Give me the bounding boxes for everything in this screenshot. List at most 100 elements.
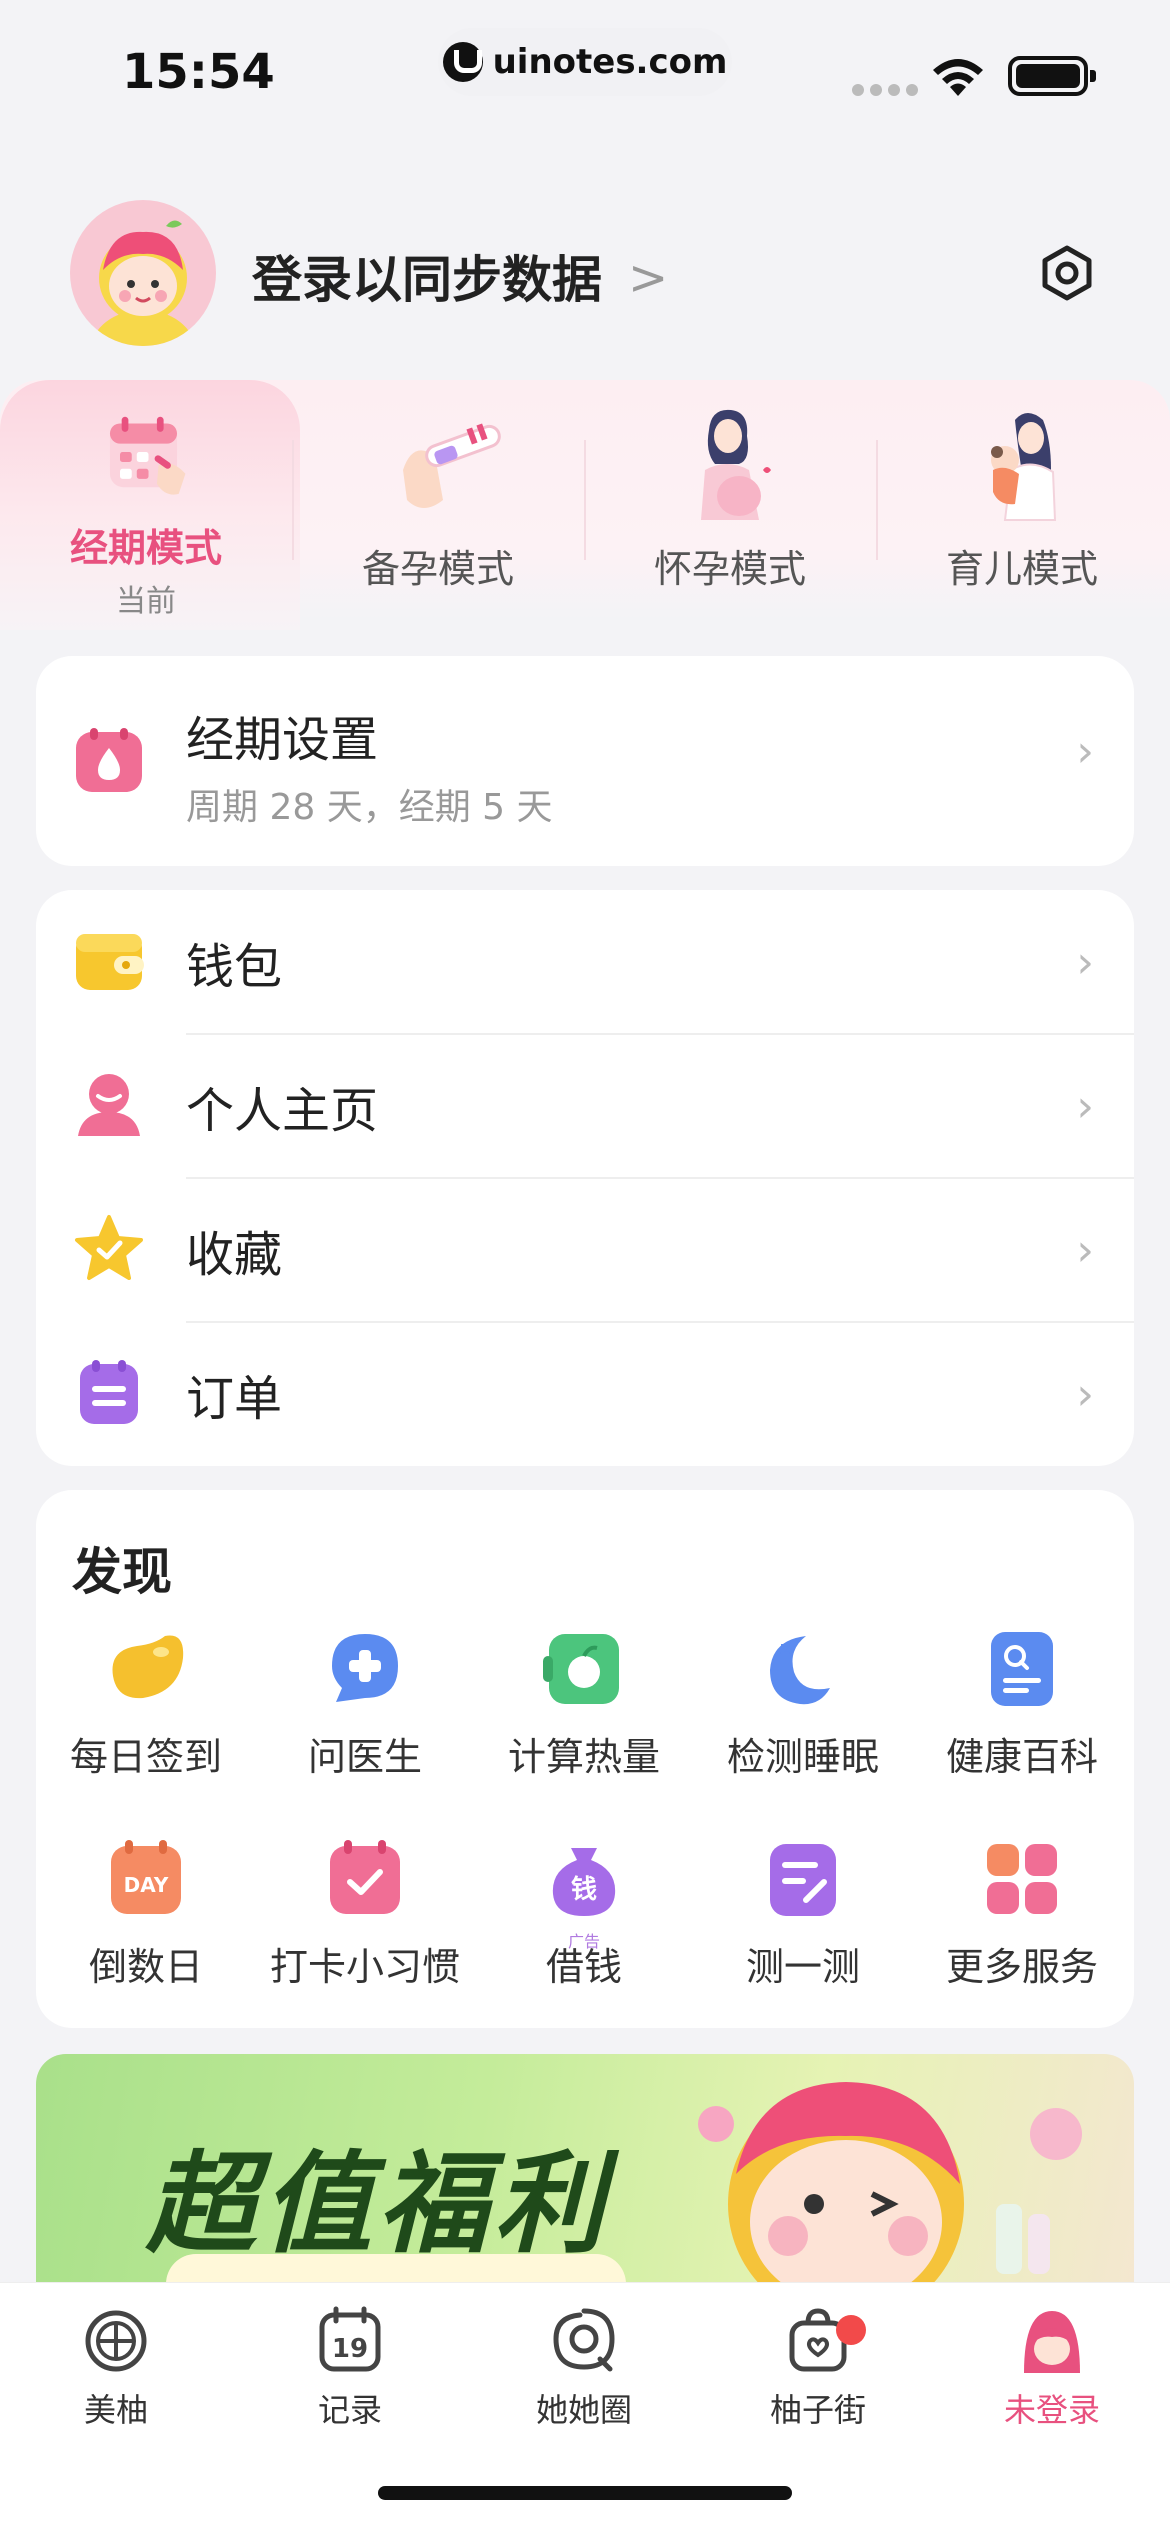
mode-label: 育儿模式: [945, 547, 1098, 591]
menu-item-wallet[interactable]: 钱包 ›: [36, 890, 1134, 1034]
chevron-right-icon: ›: [1076, 936, 1094, 988]
discover-item-label: 检测睡眠: [726, 1735, 879, 1779]
period-settings-subtitle: 周期 28 天，经期 5 天: [186, 787, 553, 828]
svg-text:DAY: DAY: [124, 1873, 169, 1897]
chevron-right-icon: ›: [1076, 1224, 1094, 1276]
discover-item-label: 倒数日: [88, 1945, 203, 1989]
menu-item-favorites[interactable]: 收藏 ›: [36, 1178, 1134, 1322]
status-time: 15:54: [122, 44, 275, 100]
mode-label: 经期模式: [69, 526, 222, 570]
mode-tab-preparation[interactable]: 备孕模式: [292, 390, 584, 620]
bean-icon: [112, 1635, 184, 1699]
svg-text:钱: 钱: [571, 1875, 597, 1905]
doctor-chat-icon: [332, 1634, 398, 1702]
tab-label: 未登录: [1003, 2391, 1100, 2429]
discover-item-label: 测一测: [745, 1945, 860, 1989]
tab-label: 柚子街: [769, 2391, 866, 2429]
order-icon: [80, 1360, 138, 1424]
mode-tab-pregnancy[interactable]: 怀孕模式: [584, 390, 876, 620]
period-settings-card[interactable]: 经期设置 周期 28 天，经期 5 天 ›: [36, 656, 1134, 866]
moon-icon: z: [770, 1636, 830, 1705]
checkin-calendar-icon: [330, 1840, 400, 1914]
ad-tag: 广告: [567, 1932, 600, 1951]
url-pill[interactable]: uinotes.com: [438, 28, 732, 96]
discover-item-label: 计算热量: [507, 1735, 660, 1779]
battery-icon: [1008, 56, 1096, 96]
calendar-hand-icon: [109, 416, 186, 495]
tab-label: 记录: [317, 2391, 382, 2429]
settings-hexagon-icon[interactable]: [1038, 244, 1096, 302]
more-grid-icon: [987, 1844, 1057, 1914]
mode-label: 怀孕模式: [653, 547, 806, 591]
chevron-right-icon: ›: [1076, 1368, 1094, 1420]
tab-label: 美柚: [83, 2391, 148, 2429]
site-logo-icon: [442, 42, 483, 82]
discover-item-sleep[interactable]: z 检测睡眠: [693, 1626, 913, 1781]
tab-shop[interactable]: 柚子街: [718, 2303, 918, 2431]
discover-item-calories[interactable]: 计算热量: [474, 1626, 694, 1781]
wifi-icon: [933, 59, 983, 96]
calendar-19-icon: 19: [319, 2306, 381, 2372]
person-icon: [78, 1074, 140, 1136]
tab-profile[interactable]: 未登录: [952, 2303, 1152, 2431]
wallet-icon: [76, 934, 144, 990]
tab-label: 她她圈: [535, 2391, 632, 2429]
mode-tab-parenting[interactable]: 育儿模式: [876, 390, 1168, 620]
home-indicator: [378, 2486, 792, 2500]
menu-item-label: 个人主页: [186, 1083, 379, 1139]
menu-item-label: 钱包: [186, 939, 283, 995]
discover-item-loan[interactable]: 钱 广告 借钱: [474, 1836, 694, 1991]
period-settings-title: 经期设置: [186, 712, 379, 768]
discover-item-label: 更多服务: [945, 1945, 1098, 1989]
login-sync-link[interactable]: 登录以同步数据: [252, 240, 602, 312]
discover-item-label: 健康百科: [945, 1735, 1098, 1779]
chevron-right-icon: ›: [1076, 1080, 1094, 1132]
promo-banner[interactable]: 超值福利: [36, 2054, 1134, 2294]
money-bag-icon: 钱: [552, 1848, 616, 1916]
svg-text:19: 19: [332, 2334, 368, 2364]
day-countdown-icon: DAY: [111, 1840, 181, 1914]
discover-item-encyclopedia[interactable]: 健康百科: [912, 1626, 1132, 1781]
url-text: uinotes.com: [492, 42, 728, 82]
discover-card: 发现 每日签到 问医生 计算热量 z 检测睡眠 健康百科 DAY 倒数日 打卡小…: [36, 1490, 1134, 2028]
encyclopedia-icon: [991, 1632, 1053, 1706]
notification-badge: [836, 2315, 866, 2345]
mode-current-label: 当前: [116, 584, 176, 619]
tab-meiyou[interactable]: 美柚: [16, 2303, 216, 2431]
tab-community[interactable]: 她她圈: [484, 2303, 684, 2431]
mode-tab-period[interactable]: 经期模式 当前: [0, 390, 292, 620]
banner-title: 超值福利: [146, 2140, 610, 2268]
spiral-chat-icon: [553, 2308, 615, 2372]
mascot-illustration-icon: [698, 2082, 1082, 2294]
chevron-right-icon: >: [628, 250, 669, 306]
menu-card: 钱包 › 个人主页 › 收藏 › 订单 ›: [36, 890, 1134, 1466]
drop-calendar-icon: [76, 728, 142, 792]
discover-item-checkin[interactable]: 每日签到: [36, 1626, 256, 1781]
tab-record[interactable]: 19 记录: [250, 2303, 450, 2431]
quiz-icon: [770, 1844, 836, 1916]
discover-item-label: 问医生: [307, 1735, 422, 1779]
menu-item-orders[interactable]: 订单 ›: [36, 1322, 1134, 1466]
avatar[interactable]: [70, 200, 216, 346]
discover-item-countdown[interactable]: DAY 倒数日: [36, 1836, 256, 1991]
user-avatar-icon: [1024, 2311, 1080, 2373]
test-strip-icon: [403, 423, 501, 508]
discover-item-habit[interactable]: 打卡小习惯: [255, 1836, 475, 1991]
chevron-right-icon: ›: [1076, 726, 1094, 777]
svg-text:z: z: [780, 1638, 790, 1659]
apple-calc-icon: [543, 1634, 619, 1704]
discover-item-more[interactable]: 更多服务: [912, 1836, 1132, 1991]
menu-item-label: 订单: [186, 1371, 283, 1427]
discover-item-ask-doctor[interactable]: 问医生: [255, 1626, 475, 1781]
mother-baby-icon: [991, 413, 1057, 521]
signal-dots-icon: [852, 84, 918, 96]
menu-item-label: 收藏: [186, 1227, 283, 1283]
discover-item-label: 每日签到: [69, 1735, 222, 1779]
discover-title: 发现: [72, 1543, 172, 1601]
pregnant-woman-icon: [701, 409, 771, 520]
mode-label: 备孕模式: [361, 547, 514, 591]
star-icon: [75, 1215, 143, 1280]
discover-item-quiz[interactable]: 测一测: [693, 1836, 913, 1991]
menu-item-profile[interactable]: 个人主页 ›: [36, 1034, 1134, 1178]
discover-item-label: 打卡小习惯: [269, 1945, 460, 1989]
